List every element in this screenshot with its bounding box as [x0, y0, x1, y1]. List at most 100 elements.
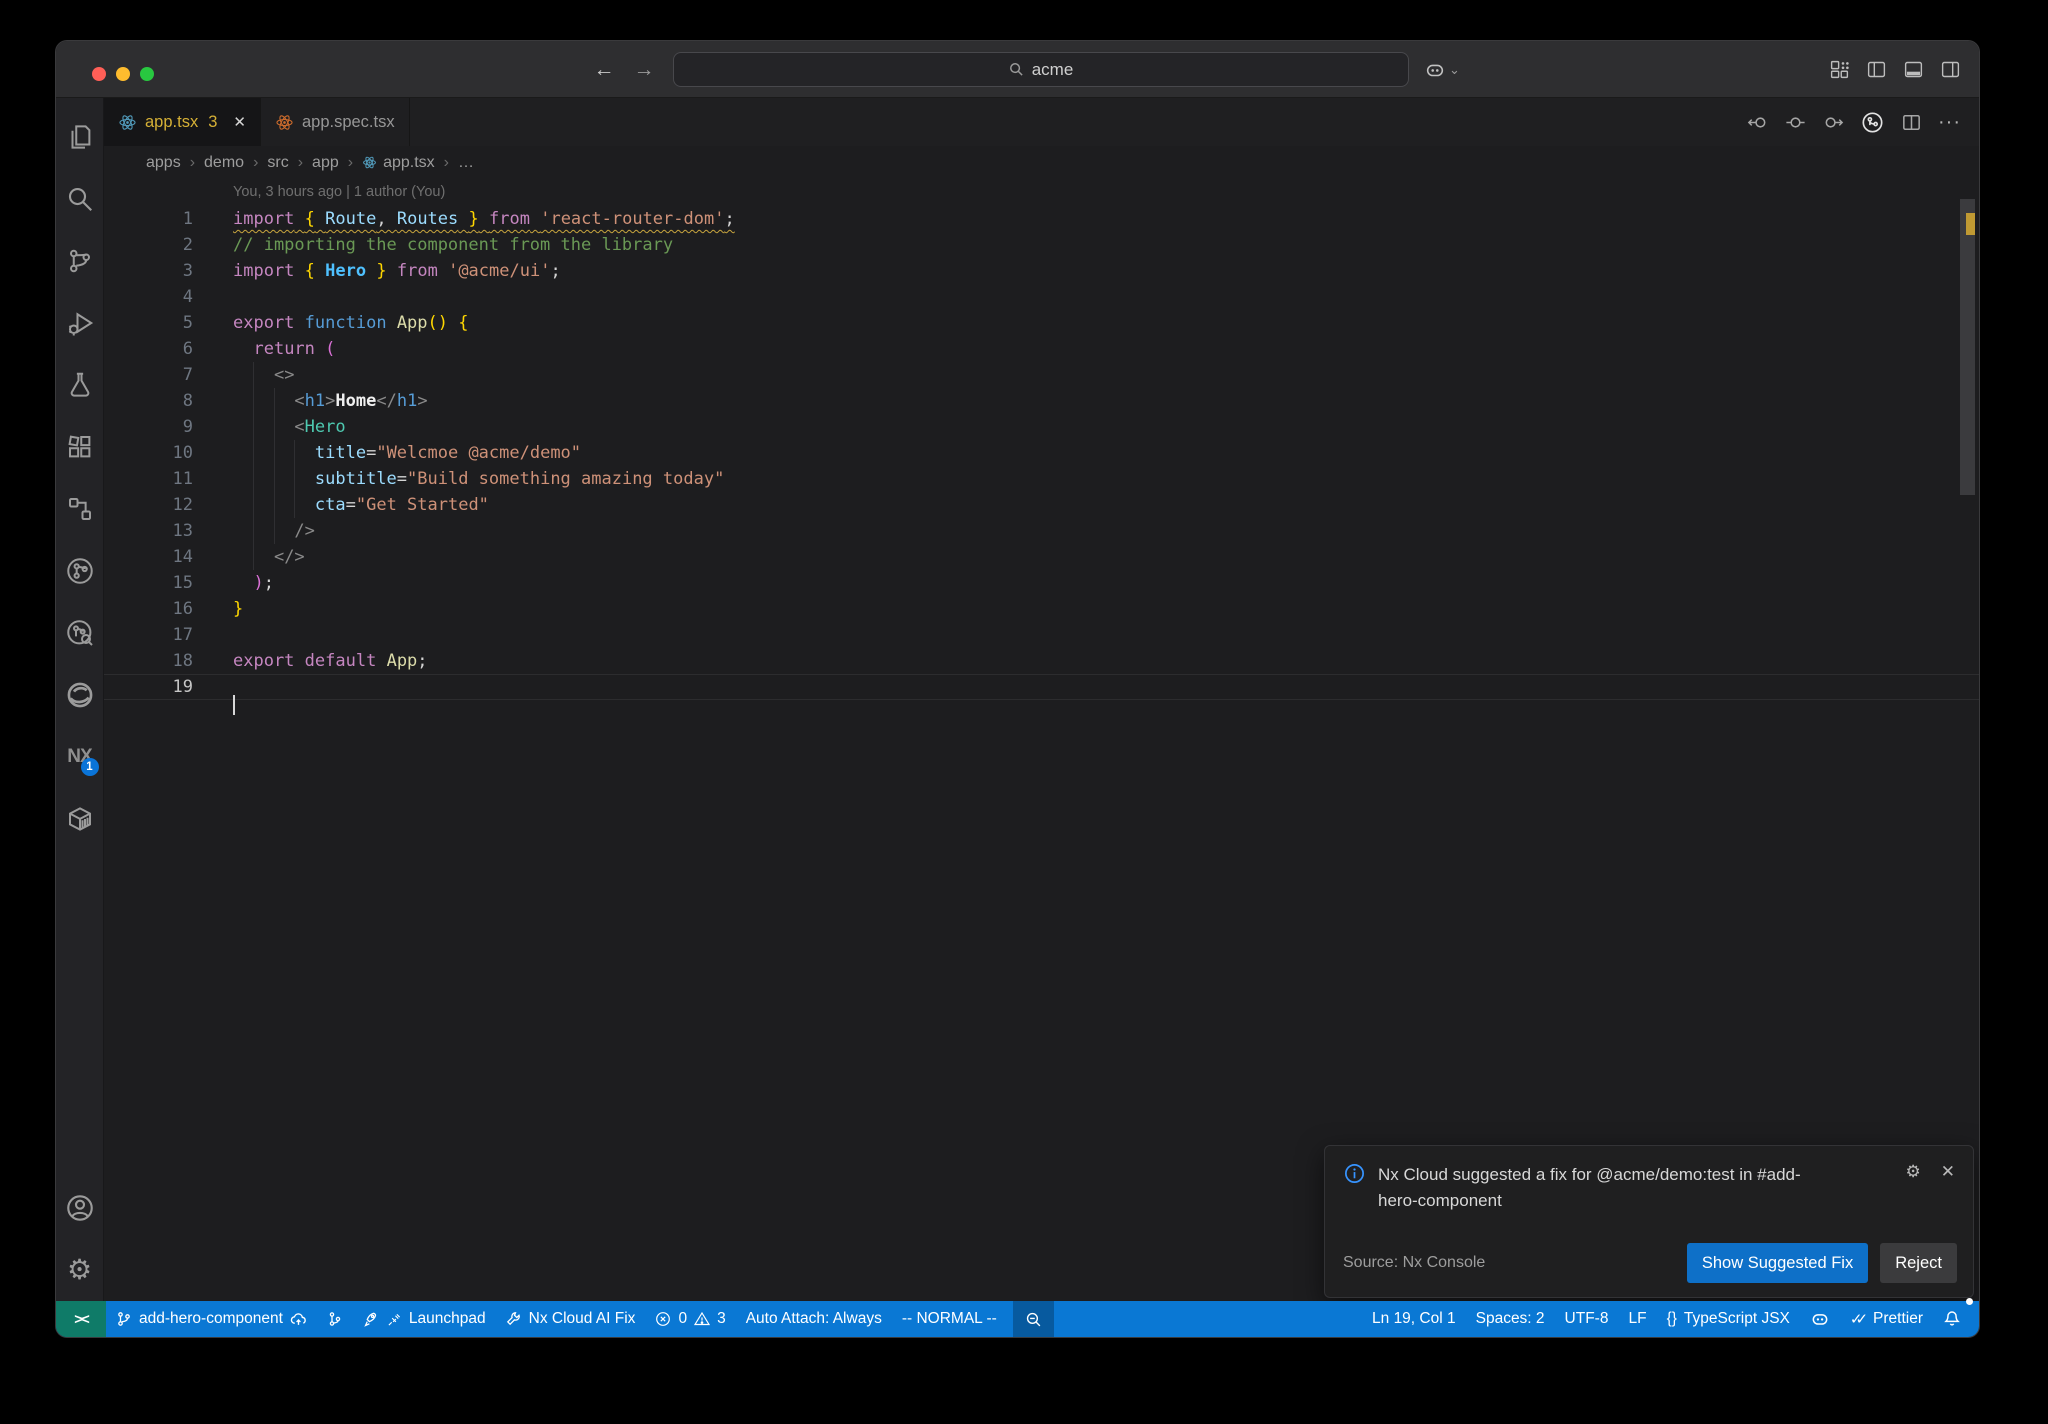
line-number[interactable]: 5 — [104, 310, 193, 336]
code-line[interactable]: 17 — [104, 622, 1979, 648]
account-icon[interactable] — [56, 1177, 104, 1239]
line-number[interactable]: 1 — [104, 206, 193, 232]
navigate-back-button[interactable]: ← — [589, 55, 619, 85]
references-icon[interactable] — [56, 478, 104, 540]
code-editor[interactable]: You, 3 hours ago | 1 author (You) 1 impor… — [104, 179, 1979, 1301]
language-mode-item[interactable]: {} TypeScript JSX — [1657, 1301, 1800, 1337]
package-explorer-icon[interactable] — [56, 788, 104, 850]
line-number[interactable]: 4 — [104, 284, 193, 310]
commit-graph-item[interactable] — [317, 1301, 353, 1337]
close-window-button[interactable] — [92, 67, 106, 81]
code-line[interactable]: 3 import { Hero } from '@acme/ui'; — [104, 258, 1979, 284]
code-line[interactable]: 18 export default App; — [104, 648, 1979, 674]
indentation-item[interactable]: Spaces: 2 — [1466, 1301, 1555, 1337]
tab-app-tsx[interactable]: app.tsx 3 ✕ — [104, 98, 261, 146]
code-line[interactable]: 12 cta="Get Started" — [104, 492, 1979, 518]
commit-graph-icon[interactable] — [1860, 110, 1885, 135]
notifications-bell-item[interactable] — [1933, 1298, 1973, 1337]
line-number[interactable]: 3 — [104, 258, 193, 284]
code-line[interactable]: 1 import { Route, Routes } from 'react-ro… — [104, 206, 1979, 232]
line-number[interactable]: 13 — [104, 518, 193, 544]
split-editor-icon[interactable] — [1900, 111, 1923, 134]
line-number[interactable]: 14 — [104, 544, 193, 570]
vim-mode-item[interactable]: -- NORMAL -- — [892, 1301, 1007, 1337]
maximize-window-button[interactable] — [140, 67, 154, 81]
code-line[interactable]: 15 ); — [104, 570, 1979, 596]
minimize-window-button[interactable] — [116, 67, 130, 81]
command-center-search[interactable]: acme — [673, 52, 1409, 87]
auto-attach-item[interactable]: Auto Attach: Always — [736, 1301, 892, 1337]
copilot-status-item[interactable] — [1800, 1301, 1840, 1337]
toggle-secondary-sidebar-icon[interactable] — [1940, 59, 1961, 80]
code-line[interactable]: 10 title="Welcmoe @acme/demo" — [104, 440, 1979, 466]
code-line[interactable]: 11 subtitle="Build something amazing tod… — [104, 466, 1979, 492]
code-line[interactable]: 9 <Hero — [104, 414, 1979, 440]
launchpad-item[interactable]: Launchpad — [353, 1301, 496, 1337]
line-number[interactable]: 9 — [104, 414, 193, 440]
tab-app-spec-tsx[interactable]: app.spec.tsx — [261, 98, 410, 146]
line-number[interactable]: 8 — [104, 388, 193, 414]
reject-button[interactable]: Reject — [1880, 1243, 1957, 1283]
edge-devtools-icon[interactable] — [56, 664, 104, 726]
code-line[interactable]: 13 /> — [104, 518, 1979, 544]
breadcrumb-item[interactable]: app — [312, 154, 339, 172]
code-line[interactable]: 2 // importing the component from the lib… — [104, 232, 1979, 258]
code-line[interactable]: 4 — [104, 284, 1979, 310]
line-number[interactable]: 16 — [104, 596, 193, 622]
next-change-icon[interactable] — [1822, 111, 1845, 134]
previous-change-icon[interactable] — [1746, 111, 1769, 134]
code-line[interactable]: 7 <> — [104, 362, 1979, 388]
eol-item[interactable]: LF — [1618, 1301, 1656, 1337]
code-line[interactable]: 5 export function App() { — [104, 310, 1979, 336]
testing-icon[interactable] — [56, 354, 104, 416]
encoding-item[interactable]: UTF-8 — [1555, 1301, 1619, 1337]
close-tab-icon[interactable]: ✕ — [233, 113, 246, 131]
code-line[interactable]: 19 — [104, 674, 1979, 715]
line-number[interactable]: 12 — [104, 492, 193, 518]
notification-close-icon[interactable]: ✕ — [1941, 1162, 1955, 1214]
breadcrumb-symbol-more[interactable]: … — [458, 154, 474, 172]
line-number[interactable]: 10 — [104, 440, 193, 466]
code-line[interactable]: 14 </> — [104, 544, 1979, 570]
notification-settings-gear-icon[interactable]: ⚙ — [1906, 1162, 1921, 1214]
editor-scrollbar[interactable] — [1960, 199, 1975, 495]
more-actions-icon[interactable]: ··· — [1938, 111, 1961, 134]
problems-item[interactable]: 0 3 — [645, 1301, 735, 1337]
breadcrumb-item[interactable]: src — [267, 154, 288, 172]
breadcrumb-file[interactable]: app.tsx — [362, 154, 435, 172]
nx-cloud-ai-fix-item[interactable]: Nx Cloud AI Fix — [496, 1301, 646, 1337]
line-number[interactable]: 2 — [104, 232, 193, 258]
run-and-debug-icon[interactable] — [56, 292, 104, 354]
source-control-icon[interactable] — [56, 230, 104, 292]
cursor-position-item[interactable]: Ln 19, Col 1 — [1362, 1301, 1466, 1337]
line-number[interactable]: 6 — [104, 336, 193, 362]
line-number[interactable]: 15 — [104, 570, 193, 596]
toggle-panel-icon[interactable] — [1903, 59, 1924, 80]
navigate-forward-button[interactable]: → — [629, 55, 659, 85]
breadcrumb-item[interactable]: apps — [146, 154, 181, 172]
copilot-menu-button[interactable]: ⌄ — [1424, 59, 1460, 81]
explorer-icon[interactable] — [56, 106, 104, 168]
line-number[interactable]: 11 — [104, 466, 193, 492]
search-icon[interactable] — [56, 168, 104, 230]
git-branch-item[interactable]: add-hero-component — [106, 1301, 317, 1337]
extensions-icon[interactable] — [56, 416, 104, 478]
line-number[interactable]: 19 — [104, 674, 193, 700]
line-number[interactable]: 17 — [104, 622, 193, 648]
line-number[interactable]: 18 — [104, 648, 193, 674]
changes-icon[interactable] — [1784, 111, 1807, 134]
code-line[interactable]: 6 return ( — [104, 336, 1979, 362]
settings-gear-icon[interactable]: ⚙ — [56, 1239, 104, 1301]
show-suggested-fix-button[interactable]: Show Suggested Fix — [1686, 1243, 1869, 1283]
breadcrumb-item[interactable]: demo — [204, 154, 244, 172]
zoom-indicator-item[interactable] — [1012, 1301, 1054, 1337]
code-line[interactable]: 8 <h1>Home</h1> — [104, 388, 1979, 414]
gitlens-icon[interactable] — [56, 540, 104, 602]
code-line[interactable]: 16} — [104, 596, 1979, 622]
nx-console-icon[interactable]: NX 1 — [56, 726, 104, 788]
line-number[interactable]: 7 — [104, 362, 193, 388]
gitlens-inspect-icon[interactable] — [56, 602, 104, 664]
formatter-item[interactable]: ✓✓ Prettier — [1840, 1301, 1933, 1337]
customize-layout-icon[interactable] — [1829, 59, 1850, 80]
remote-indicator[interactable]: >< — [56, 1301, 106, 1337]
